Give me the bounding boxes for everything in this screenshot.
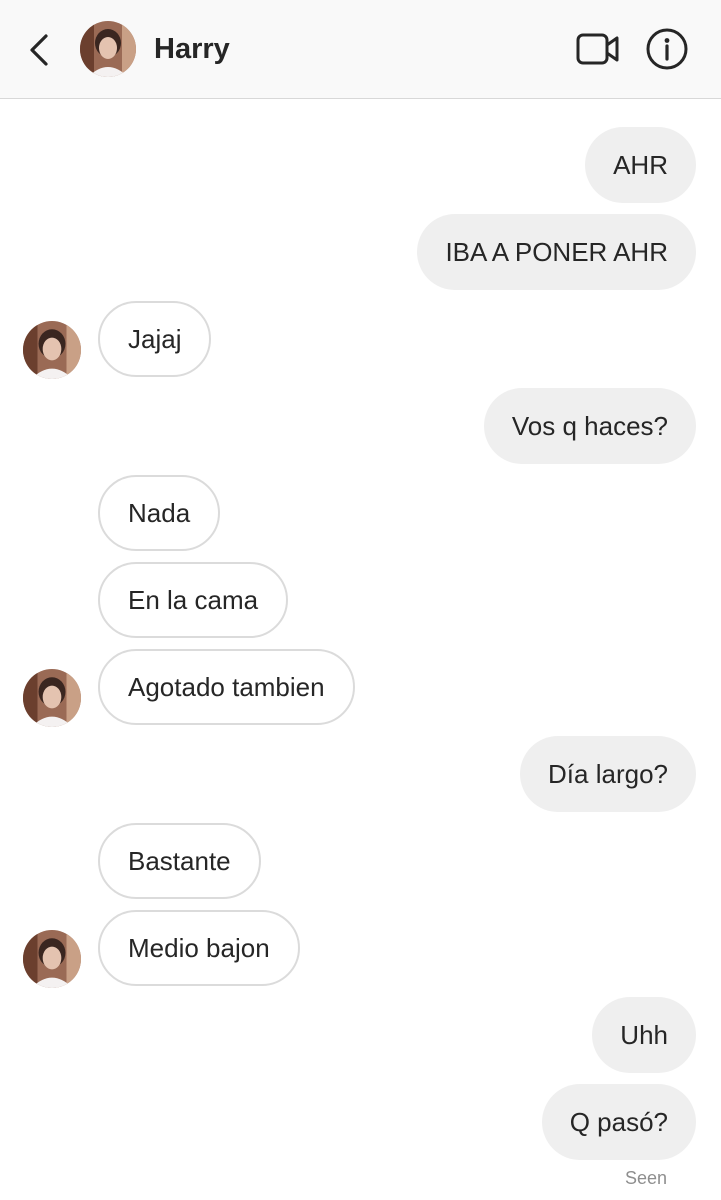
seen-status: Seen: [624, 1168, 667, 1188]
sender-avatar[interactable]: [23, 321, 81, 379]
message-bubble-outgoing[interactable]: IBA A PONER AHR: [417, 214, 696, 290]
message-bubble-outgoing[interactable]: Uhh: [592, 997, 696, 1073]
message-bubble-incoming[interactable]: Jajaj: [98, 301, 212, 377]
message-bubble-outgoing[interactable]: Q pasó?: [541, 1084, 696, 1160]
info-button[interactable]: [645, 27, 689, 71]
message-bubble-outgoing[interactable]: AHR: [585, 127, 696, 203]
message-bubble-incoming[interactable]: Agotado tambien: [98, 649, 355, 725]
video-call-button[interactable]: [574, 28, 622, 70]
contact-avatar[interactable]: [80, 21, 136, 77]
avatar-image: [80, 21, 136, 77]
avatar-image: [23, 321, 81, 379]
message-bubble-incoming[interactable]: Medio bajon: [98, 910, 300, 986]
avatar-image: [23, 669, 81, 727]
message-bubble-outgoing[interactable]: Día largo?: [520, 736, 696, 812]
message-bubble-incoming[interactable]: En la cama: [98, 562, 289, 638]
message-bubble-incoming[interactable]: Nada: [98, 475, 221, 551]
contact-name[interactable]: Harry: [154, 30, 230, 68]
back-button[interactable]: [22, 26, 58, 74]
chevron-left-icon: [30, 34, 48, 66]
message-thread[interactable]: AHR IBA A PONER AHR Jajaj Vos q haces? N…: [0, 99, 721, 1200]
message-bubble-incoming[interactable]: Bastante: [98, 823, 261, 899]
video-camera-icon: [576, 33, 619, 65]
avatar-image: [23, 930, 81, 988]
sender-avatar[interactable]: [23, 669, 81, 727]
info-icon: [646, 28, 688, 70]
chat-screen: Harry AHR IBA A PONER AHR Jajaj Vos q ha…: [0, 0, 721, 1200]
chat-header: Harry: [0, 0, 721, 99]
message-bubble-outgoing[interactable]: Vos q haces?: [483, 388, 696, 464]
sender-avatar[interactable]: [23, 930, 81, 988]
